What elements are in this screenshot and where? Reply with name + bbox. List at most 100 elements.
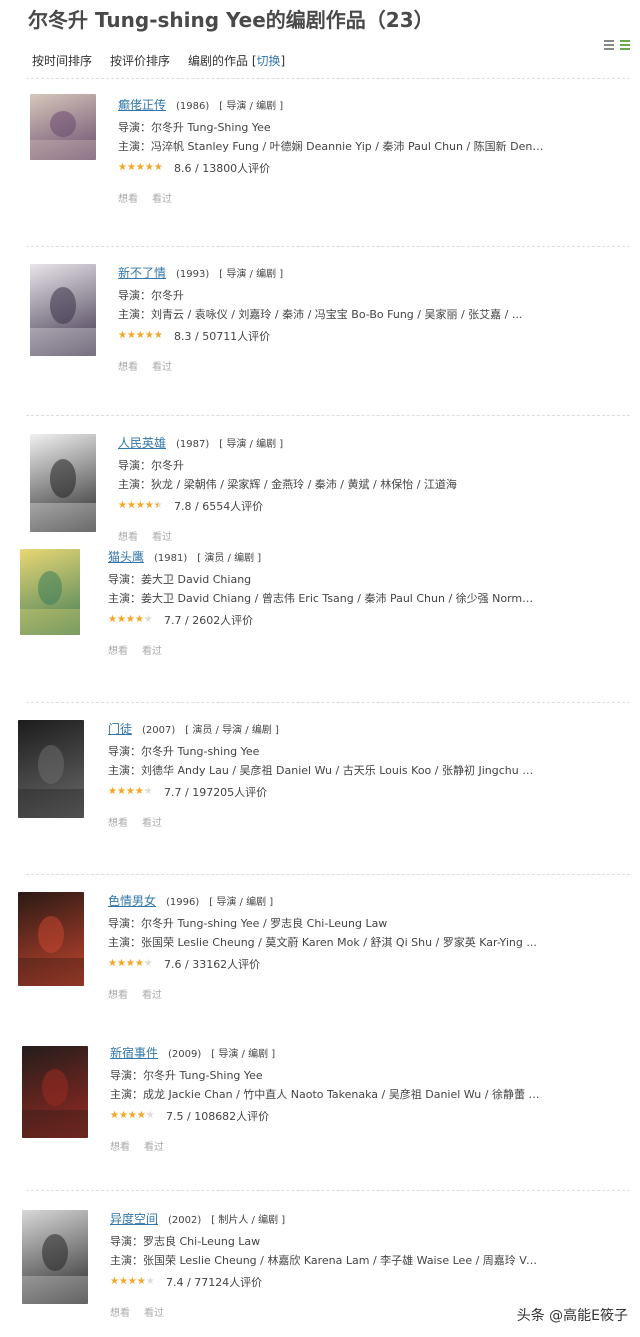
watched-link[interactable]: 看过 — [144, 1304, 164, 1319]
want-to-watch-link[interactable]: 想看 — [118, 528, 138, 543]
want-to-watch-link[interactable]: 想看 — [108, 986, 128, 1001]
movie-poster[interactable] — [20, 549, 80, 635]
movie-poster[interactable] — [22, 1210, 88, 1304]
movie-info: 癫佬正传 (1986) [ 导演 / 编剧 ] 导演：尔冬升 Tung-Shing Y… — [118, 96, 548, 205]
sort-by-time-link[interactable]: 按时间排序 — [32, 52, 92, 69]
title-row: 人民英雄 (1987) [ 导演 / 编剧 ] — [118, 434, 457, 451]
rating-stars: ★★★★★★★★★★ — [110, 1277, 160, 1287]
poster-shade — [22, 1275, 88, 1304]
movie-poster[interactable] — [30, 94, 96, 160]
want-to-watch-link[interactable]: 想看 — [108, 814, 128, 829]
movie-cast: 主演：张国荣 Leslie Cheung / 林嘉欣 Karena Lam / … — [110, 1254, 540, 1267]
poster-figure — [49, 458, 77, 498]
movie-title-link[interactable]: 新不了情 — [118, 264, 166, 281]
movie-info: 色情男女 (1996) [ 导演 / 编剧 ] 导演：尔冬升 Tung-shing Y… — [108, 892, 537, 1001]
movie-actions: 想看 看过 — [108, 814, 538, 829]
movie-rating: ★★★★★ ★★★★★ 8.3 / 50711人评价 — [118, 328, 522, 344]
movie-year: (2002) — [168, 1215, 202, 1226]
movie-title-link[interactable]: 新宿事件 — [110, 1044, 158, 1061]
movie-year: (1993) — [176, 269, 210, 280]
movie-title-link[interactable]: 门徒 — [108, 720, 132, 737]
poster-shade — [22, 1110, 88, 1138]
movie-info: 异度空间 (2002) [ 制片人 / 编剧 ] 导演：罗志良 Chi-Leung L… — [110, 1210, 540, 1319]
movie-actions: 想看 看过 — [110, 1138, 540, 1153]
movie-cast: 主演：姜大卫 David Chiang / 曾志伟 Eric Tsang / 秦… — [108, 592, 538, 605]
rating-text: 7.8 / 6554人评价 — [174, 500, 264, 513]
poster-shade — [18, 957, 84, 986]
movie-rating: ★★★★★★★★★★ 7.8 / 6554人评价 — [118, 498, 457, 514]
movie-poster[interactable] — [30, 434, 96, 532]
title-row: 色情男女 (1996) [ 导演 / 编剧 ] — [108, 892, 537, 909]
poster-shade — [30, 140, 96, 160]
watched-link[interactable]: 看过 — [152, 528, 172, 543]
want-to-watch-link[interactable]: 想看 — [118, 190, 138, 205]
movie-year: (1987) — [176, 439, 210, 450]
movie-rating: ★★★★★ ★★★★★ 8.6 / 13800人评价 — [118, 160, 548, 176]
movie-actions: 想看 看过 — [118, 528, 457, 543]
movie-poster[interactable] — [30, 264, 96, 356]
movie-cast: 主演：刘德华 Andy Lau / 吴彦祖 Daniel Wu / 古天乐 Lo… — [108, 764, 538, 777]
rating-text: 7.7 / 197205人评价 — [164, 786, 268, 799]
watermark: 头条 @高能E筱子 — [516, 1308, 628, 1324]
watched-link[interactable]: 看过 — [142, 642, 162, 657]
divider — [26, 415, 630, 416]
movie-roles: [ 演员 / 编剧 ] — [197, 553, 262, 564]
divider — [26, 1190, 630, 1191]
movie-poster[interactable] — [22, 1046, 88, 1138]
rating-text: 7.6 / 33162人评价 — [164, 958, 261, 971]
sort-by-rating-link[interactable]: 按评价排序 — [110, 52, 170, 69]
want-to-watch-link[interactable]: 想看 — [110, 1304, 130, 1319]
movie-poster[interactable] — [18, 720, 84, 818]
movie-roles: [ 演员 / 导演 / 编剧 ] — [185, 725, 279, 736]
stars-filled: ★★★★★ — [118, 331, 161, 341]
movie-title-link[interactable]: 异度空间 — [110, 1210, 158, 1227]
watched-link[interactable]: 看过 — [142, 986, 162, 1001]
movie-roles: [ 导演 / 编剧 ] — [219, 101, 284, 112]
rating-text: 7.4 / 77124人评价 — [166, 1276, 263, 1289]
watched-link[interactable]: 看过 — [152, 190, 172, 205]
movie-title-link[interactable]: 色情男女 — [108, 892, 156, 909]
watched-link[interactable]: 看过 — [142, 814, 162, 829]
movie-actions: 想看 看过 — [118, 358, 522, 373]
rating-stars: ★★★★★★★★★★ — [118, 331, 168, 341]
movie-director: 导演：尔冬升 Tung-shing Yee / 罗志良 Chi-Leung La… — [108, 917, 388, 930]
movie-info: 新不了情 (1993) [ 导演 / 编剧 ] 导演：尔冬升 主演：刘青云 / 袁咏仪 … — [118, 264, 522, 373]
want-to-watch-link[interactable]: 想看 — [110, 1138, 130, 1153]
stars-filled: ★★★★★ — [108, 959, 146, 969]
movie-roles: [ 制片人 / 编剧 ] — [211, 1215, 286, 1226]
movie-title-link[interactable]: 癫佬正传 — [118, 96, 166, 113]
movie-poster[interactable] — [18, 892, 84, 986]
stars-filled: ★★★★★ — [108, 615, 146, 625]
movie-info: 人民英雄 (1987) [ 导演 / 编剧 ] 导演：尔冬升 主演：狄龙 / 梁朝伟 /… — [118, 434, 457, 543]
movie-cast: 主演：刘青云 / 袁咏仪 / 刘嘉玲 / 秦沛 / 冯宝宝 Bo-Bo Fung… — [118, 308, 523, 321]
switch-link[interactable]: 切换 — [257, 54, 281, 68]
poster-shade — [30, 502, 96, 532]
movie-cast: 主演：冯淬帆 Stanley Fung / 叶德娴 Deannie Yip / … — [118, 140, 548, 153]
rating-stars: ★★★★★★★★★★ — [108, 615, 158, 625]
divider — [26, 702, 630, 703]
movie-title-link[interactable]: 猫头鹰 — [108, 548, 144, 565]
want-to-watch-link[interactable]: 想看 — [118, 358, 138, 373]
view-toggle — [604, 40, 630, 50]
movie-director: 导演：罗志良 Chi-Leung Law — [110, 1235, 261, 1248]
title-row: 门徒 (2007) [ 演员 / 导演 / 编剧 ] — [108, 720, 538, 737]
movie-director: 导演：尔冬升 Tung-shing Yee — [108, 745, 260, 758]
grid-view-icon[interactable] — [620, 40, 630, 50]
movie-cast: 主演：张国荣 Leslie Cheung / 莫文蔚 Karen Mok / 舒… — [108, 936, 537, 949]
poster-figure — [38, 570, 62, 605]
list-view-icon[interactable] — [604, 40, 614, 50]
watched-link[interactable]: 看过 — [152, 358, 172, 373]
rating-text: 7.7 / 2602人评价 — [164, 614, 254, 627]
stars-filled: ★★★★★ — [118, 501, 158, 511]
poster-figure — [41, 1069, 69, 1106]
movie-rating: ★★★★★★★★★★ 7.7 / 197205人评价 — [108, 784, 538, 800]
title-row: 异度空间 (2002) [ 制片人 / 编剧 ] — [110, 1210, 540, 1227]
want-to-watch-link[interactable]: 想看 — [108, 642, 128, 657]
movie-roles: [ 导演 / 编剧 ] — [211, 1049, 276, 1060]
stars-filled: ★★★★★ — [118, 163, 163, 173]
rating-stars: ★★★★★★★★★★ — [108, 959, 158, 969]
rating-text: 8.3 / 50711人评价 — [174, 330, 271, 343]
movie-title-link[interactable]: 人民英雄 — [118, 434, 166, 451]
movie-rating: ★★★★★★★★★★ 7.5 / 108682人评价 — [110, 1108, 540, 1124]
watched-link[interactable]: 看过 — [144, 1138, 164, 1153]
